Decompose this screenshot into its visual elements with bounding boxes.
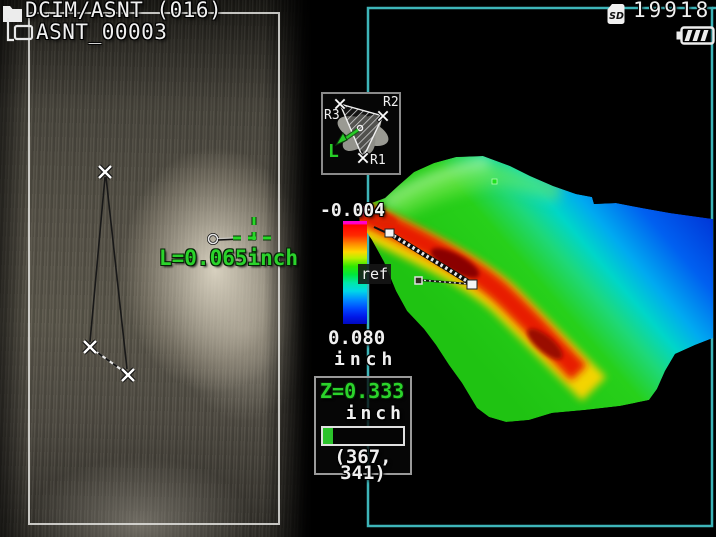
sd-card-icon: SD <box>606 3 628 27</box>
battery-icon <box>676 26 716 46</box>
svg-text:SD: SD <box>609 11 624 22</box>
measure-point-3d-icon[interactable] <box>415 277 422 284</box>
l-label: L <box>328 141 339 162</box>
r1-label: R1 <box>370 153 386 168</box>
cursor-coordinates: 341) <box>316 465 410 481</box>
measure-point-3d-icon[interactable] <box>467 280 477 289</box>
image-counter-label: 19918 <box>633 0 711 22</box>
z-readout-panel: Z=0.333 inch (367, 341) <box>314 376 412 475</box>
borescope-screen: L=0.065inch <box>0 0 716 537</box>
measure-point-3d-icon[interactable] <box>385 229 394 237</box>
r3-label: R3 <box>324 108 340 123</box>
z-value-label: Z=0.333 <box>316 379 410 403</box>
z-depth-progress-bar <box>321 426 405 446</box>
folder-path-label: DCIM/ASNT (016) <box>25 0 222 22</box>
scale-unit-label: inch <box>334 349 397 370</box>
file-tree-connector <box>0 14 40 44</box>
scale-ref-label: ref <box>358 264 391 284</box>
r2-label: R2 <box>383 95 399 110</box>
image-file-icon <box>15 26 32 39</box>
reference-map-thumbnail: R3 R2 R1 L <box>321 92 401 175</box>
z-progress-fill <box>323 428 333 444</box>
scale-max-value: -0.004 <box>320 200 385 221</box>
z-unit-label: inch <box>316 403 410 424</box>
surface-ref-dot <box>492 179 497 184</box>
scale-min-value: 0.080 <box>328 327 385 349</box>
file-name-label: ASNT_00003 <box>36 20 167 44</box>
